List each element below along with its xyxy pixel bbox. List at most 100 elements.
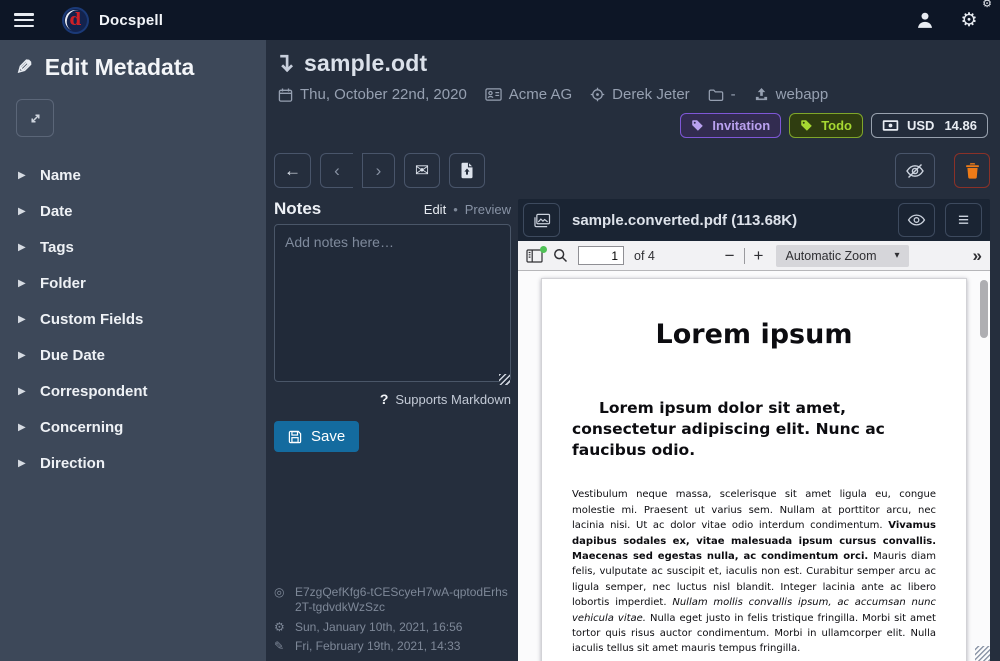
pdf-more-tools-button[interactable]: » <box>973 246 982 266</box>
sidebar-item-date[interactable]: ▶Date <box>16 195 250 228</box>
item-created: Sun, January 10th, 2021, 16:56 <box>295 620 462 636</box>
prev-item-button[interactable]: ‹ <box>320 153 353 188</box>
arrow-down-icon <box>278 54 294 74</box>
user-icon-svg <box>916 11 934 29</box>
caret-right-icon: ▶ <box>18 386 26 397</box>
tag-badge-todo[interactable]: Todo <box>789 113 863 138</box>
meta-concerning: Derek Jeter <box>590 86 690 103</box>
file-arrow-up-icon <box>460 162 474 179</box>
pdf-doc-title: Lorem ipsum <box>572 327 936 342</box>
zoom-in-button[interactable]: + <box>754 247 764 264</box>
top-navbar: d Docspell ⚙⚙ <box>0 0 1000 40</box>
sidebar-item-concerning[interactable]: ▶Concerning <box>16 411 250 444</box>
save-button[interactable]: Save <box>274 421 359 452</box>
chevron-right-icon: › <box>376 161 382 181</box>
hamburger-menu-icon[interactable] <box>14 13 34 27</box>
item-detail-content: sample.odt Thu, October 22nd, 2020 <box>266 40 1000 661</box>
tag-icon <box>691 119 704 132</box>
item-updated: Fri, February 19th, 2021, 14:33 <box>295 639 460 655</box>
chevron-left-icon: ‹ <box>334 161 340 181</box>
sidebar-item-custom-fields[interactable]: ▶Custom Fields <box>16 303 250 336</box>
document-title-row: sample.odt <box>278 50 990 77</box>
item-updated-row: ✎ Fri, February 19th, 2021, 14:33 <box>274 639 511 655</box>
floppy-disk-icon <box>288 430 302 444</box>
chevron-down-icon: ▾ <box>895 250 900 261</box>
zoom-out-button[interactable]: − <box>725 247 735 264</box>
eye-icon <box>907 213 926 227</box>
envelope-icon: ✉ <box>415 161 429 181</box>
pdf-scrollbar[interactable] <box>980 278 988 661</box>
notes-header: Notes Edit • Preview <box>274 199 511 219</box>
pdf-paragraph: Vestibulum neque massa, scelerisque sit … <box>572 487 936 656</box>
notification-dot <box>540 246 547 253</box>
attachment-panel: sample.converted.pdf (113.68K) ≡ <box>518 199 990 661</box>
pdf-page-input[interactable] <box>578 246 624 265</box>
metadata-accordion: ▶Name ▶Date ▶Tags ▶Folder ▶Custom Fields… <box>16 159 250 480</box>
meta-date: Thu, October 22nd, 2020 <box>278 86 467 103</box>
tag-badge-row: Invitation Todo USD 14.86 <box>278 113 990 138</box>
panel-resize-handle[interactable] <box>975 646 990 661</box>
sidebar-item-direction[interactable]: ▶Direction <box>16 447 250 480</box>
document-meta-row: Thu, October 22nd, 2020 Acme AG <box>278 86 990 103</box>
attachment-select-button[interactable] <box>523 203 560 237</box>
upload-file-button[interactable] <box>449 153 485 188</box>
pencil-icon: ✎ <box>274 639 287 655</box>
send-mail-button[interactable]: ✉ <box>404 153 440 188</box>
divider <box>744 248 745 264</box>
sidebar-item-correspondent[interactable]: ▶Correspondent <box>16 375 250 408</box>
images-icon <box>533 213 551 228</box>
delete-item-button[interactable] <box>954 153 990 188</box>
caret-right-icon: ▶ <box>18 458 26 469</box>
arrow-left-icon: ← <box>284 161 301 181</box>
crosshairs-icon <box>590 87 605 102</box>
next-item-button[interactable]: › <box>362 153 395 188</box>
item-created-row: ⚙ Sun, January 10th, 2021, 16:56 <box>274 620 511 636</box>
pencil-icon: ✎ <box>16 55 33 80</box>
sidebar-item-folder[interactable]: ▶Folder <box>16 267 250 300</box>
item-toolbar: ← ‹ › ✉ <box>266 153 1000 188</box>
expand-collapse-button[interactable] <box>16 99 54 137</box>
sidebar-title-label: Edit Metadata <box>45 54 195 81</box>
sidebar-item-due-date[interactable]: ▶Due Date <box>16 339 250 372</box>
gear-icon: ⚙ <box>274 620 287 636</box>
pdf-page-count: of 4 <box>634 249 655 263</box>
caret-right-icon: ▶ <box>18 350 26 361</box>
tag-badge-invitation[interactable]: Invitation <box>680 113 781 138</box>
pdf-zoom-select[interactable]: Automatic Zoom ▾ <box>776 245 908 267</box>
prev-next-group: ‹ › <box>320 153 395 188</box>
docspell-app: d Docspell ⚙⚙ ✎ Edit Metadata <box>0 0 1000 661</box>
notes-edit-tab[interactable]: Edit <box>424 202 446 217</box>
attachment-menu-button[interactable]: ≡ <box>945 203 982 237</box>
sidebar-item-tags[interactable]: ▶Tags <box>16 231 250 264</box>
expand-arrows-icon <box>28 111 43 126</box>
notes-title: Notes <box>274 199 424 219</box>
caret-right-icon: ▶ <box>18 278 26 289</box>
user-icon[interactable] <box>908 3 942 37</box>
bullseye-icon: ◎ <box>274 585 287 601</box>
caret-right-icon: ▶ <box>18 170 26 181</box>
notes-column: Notes Edit • Preview ? Supports Markdown <box>274 199 511 661</box>
folder-icon <box>708 88 724 102</box>
attachment-view-button[interactable] <box>898 203 935 237</box>
sidebar-title: ✎ Edit Metadata <box>16 54 250 81</box>
trash-icon <box>965 162 980 179</box>
notes-input[interactable] <box>274 224 511 382</box>
docspell-logo: d <box>62 7 89 34</box>
pdf-viewer: Lorem ipsum Lorem ipsum dolor sit amet, … <box>518 271 990 661</box>
hide-sidebar-button[interactable] <box>895 153 935 188</box>
notes-preview-tab[interactable]: Preview <box>465 202 511 217</box>
content-columns: Notes Edit • Preview ? Supports Markdown <box>266 199 1000 661</box>
pdf-scrollbar-thumb[interactable] <box>980 280 988 338</box>
attachment-title: sample.converted.pdf (113.68K) <box>572 212 886 229</box>
pdf-sidebar-toggle-button[interactable] <box>526 249 543 263</box>
caret-right-icon: ▶ <box>18 242 26 253</box>
pdf-search-button[interactable] <box>553 248 568 263</box>
settings-cogs-icon[interactable]: ⚙⚙ <box>952 3 986 37</box>
sidebar-item-name[interactable]: ▶Name <box>16 159 250 192</box>
custom-field-badge-usd[interactable]: USD 14.86 <box>871 113 988 138</box>
upload-icon <box>754 87 769 102</box>
bars-icon: ≡ <box>958 211 969 230</box>
back-button[interactable]: ← <box>274 153 311 188</box>
search-icon <box>553 248 568 263</box>
app-title: Docspell <box>99 12 163 29</box>
